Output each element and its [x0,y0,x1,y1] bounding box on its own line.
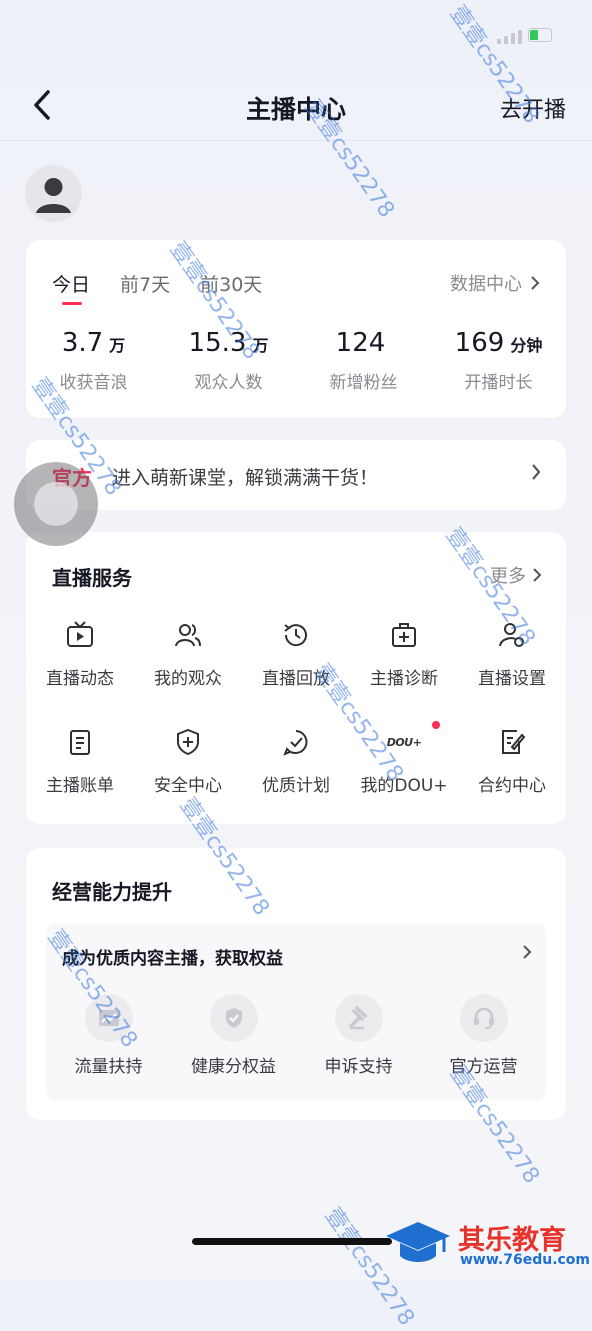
metric-item[interactable]: 169 分钟 开播时长 [431,328,566,393]
service-anchor-bill[interactable]: 主播账单 [26,725,134,796]
section-title: 经营能力提升 [52,880,172,904]
section-title: 直播服务 [52,566,132,590]
tab-today[interactable]: 今日 [52,270,90,305]
home-indicator[interactable] [192,1238,392,1245]
banner-text: 进入萌新课堂，解锁满满干货！ [112,467,379,489]
benefit-health-score[interactable]: 健康分权益 [174,994,294,1077]
business-growth-card: 经营能力提升 成为优质内容主播，获取权益 流量扶持 健康分权益 申诉支持 官方运… [26,848,566,1120]
tab-last-7-days[interactable]: 前7天 [120,270,170,297]
metric-item[interactable]: 3.7 万 收获音浪 [26,328,161,393]
more-link[interactable]: 更多 [490,562,542,588]
status-bar [0,0,592,70]
notification-dot [432,721,440,729]
benefit-label: 申诉支持 [324,1057,393,1077]
medical-kit-icon [387,618,421,652]
period-tabs: 今日 前7天 前30天 [52,270,262,305]
floating-assistive-ball[interactable] [14,462,98,546]
service-anchor-diagnosis[interactable]: 主播诊断 [350,618,458,689]
metric-unit: 万 [109,336,126,355]
benefit-label: 健康分权益 [191,1057,276,1077]
service-live-settings[interactable]: 直播设置 [458,618,566,689]
service-security-center[interactable]: 安全中心 [134,725,242,796]
service-label: 主播账单 [46,776,114,796]
go-live-button[interactable]: 去开播 [500,92,566,124]
tab-last-30-days[interactable]: 前30天 [200,270,262,297]
tv-icon [63,618,97,652]
chevron-right-icon [533,568,542,582]
metric-value: 3.7 [61,328,104,358]
data-center-link[interactable]: 数据中心 [450,270,540,296]
data-center-label: 数据中心 [450,274,522,295]
gavel-icon [334,994,383,1042]
shield-plus-icon [171,725,205,759]
chevron-right-icon [531,276,540,290]
live-services-card: 直播服务 更多 直播动态 我的观众 直播回放 主播诊断 直播设置 主播账单 安全… [26,532,566,824]
service-label: 直播回放 [262,669,330,689]
metric-label: 开播时长 [464,373,533,393]
dou-plus-logo-text: DOU+ [386,735,422,749]
dou-plus-icon: DOU+ [386,725,422,759]
shield-icon [209,994,258,1042]
contract-edit-icon [495,725,529,759]
service-contract-center[interactable]: 合约中心 [458,725,566,796]
headset-icon [459,994,508,1042]
users-icon [171,618,205,652]
service-label: 直播设置 [478,669,546,689]
service-label: 我的观众 [154,669,222,689]
metric-label: 收获音浪 [59,373,128,393]
trend-chart-icon [84,994,133,1042]
user-settings-icon [495,618,529,652]
brand-logo: 其乐教育 www.76edu.com [384,1212,591,1272]
battery-icon [528,28,552,42]
metric-value: 169 [454,328,505,358]
metric-unit: 分钟 [510,336,543,355]
metric-value: 124 [335,328,386,358]
service-my-audience[interactable]: 我的观众 [134,618,242,689]
avatar[interactable] [25,165,82,222]
service-label: 我的DOU+ [360,776,448,796]
signal-icon [497,30,522,44]
benefit-official-operation[interactable]: 官方运营 [424,994,544,1077]
chevron-right-icon [532,464,541,480]
bill-icon [63,725,97,759]
metric-label: 观众人数 [194,373,263,393]
top-nav-bar: 主播中心 去开播 [0,70,592,141]
metric-unit: 万 [252,336,269,355]
benefit-label: 流量扶持 [74,1057,143,1077]
stats-card: 今日 前7天 前30天 数据中心 3.7 万 收获音浪 15.3 万 观众人数 12… [26,240,566,418]
benefit-traffic-support[interactable]: 流量扶持 [49,994,169,1077]
default-avatar-icon [25,165,82,222]
benefit-appeal-support[interactable]: 申诉支持 [299,994,419,1077]
benefits-panel[interactable]: 成为优质内容主播，获取权益 流量扶持 健康分权益 申诉支持 官方运营 [46,924,546,1100]
graduation-cap-icon [386,1222,450,1262]
more-label: 更多 [490,566,526,587]
metric-item[interactable]: 15.3 万 观众人数 [161,328,296,393]
service-label: 优质计划 [262,776,330,796]
service-label: 安全中心 [154,776,222,796]
benefit-label: 官方运营 [449,1057,518,1077]
service-live-dynamics[interactable]: 直播动态 [26,618,134,689]
check-bubble-icon [279,725,313,759]
official-announcement-banner[interactable]: 官方 进入萌新课堂，解锁满满干货！ [26,440,566,510]
metric-value: 15.3 [188,328,247,358]
service-my-dou-plus[interactable]: DOU+ 我的DOU+ [350,721,458,796]
benefits-row: 流量扶持 健康分权益 申诉支持 官方运营 [46,994,546,1077]
metrics-row: 3.7 万 收获音浪 15.3 万 观众人数 124 新增粉丝 169 分钟 开播时长 [26,328,566,393]
replay-clock-icon [279,618,313,652]
brand-url: www.76edu.com [460,1252,591,1268]
service-label: 合约中心 [478,776,546,796]
service-label: 直播动态 [46,669,114,689]
chevron-right-icon [523,945,532,959]
service-quality-plan[interactable]: 优质计划 [242,725,350,796]
metric-item[interactable]: 124 新增粉丝 [296,328,431,393]
service-label: 主播诊断 [370,669,438,689]
service-live-replay[interactable]: 直播回放 [242,618,350,689]
services-grid: 直播动态 我的观众 直播回放 主播诊断 直播设置 主播账单 安全中心 优质计划 [26,618,566,796]
metric-label: 新增粉丝 [329,373,398,393]
benefits-subtitle: 成为优质内容主播，获取权益 [62,949,283,969]
